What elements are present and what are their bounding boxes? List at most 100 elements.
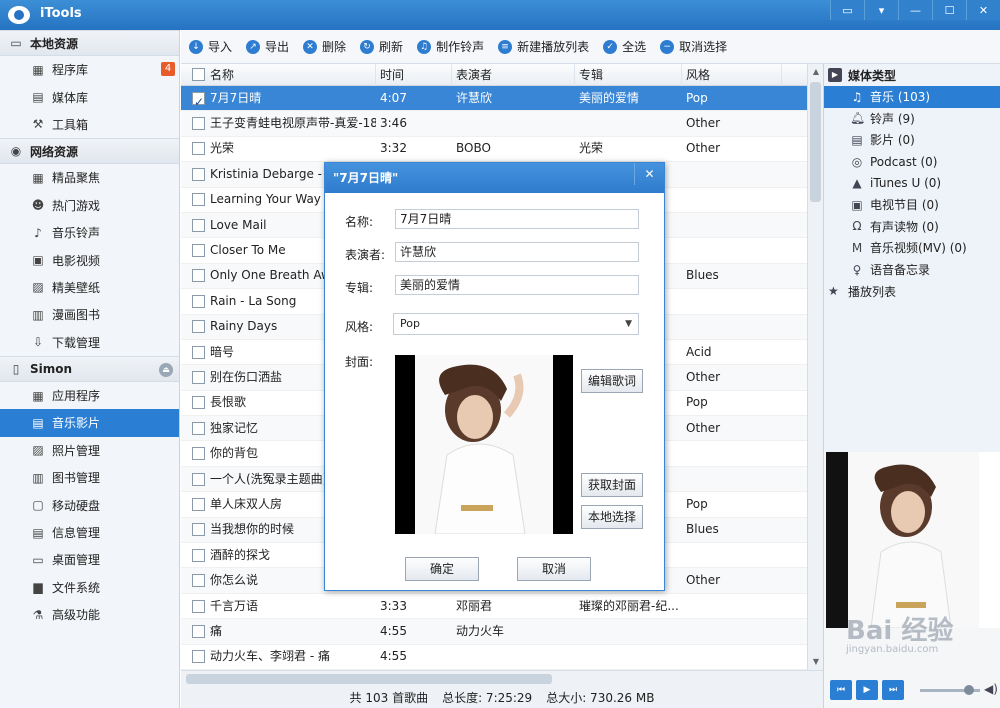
sidebar-item-media-library[interactable]: ▤ 媒体库 bbox=[0, 83, 179, 110]
row-checkbox[interactable] bbox=[192, 320, 205, 334]
column-artist[interactable]: 表演者 bbox=[452, 64, 575, 86]
genre-select[interactable]: Pop ▼ bbox=[393, 313, 639, 335]
select-all-checkbox[interactable] bbox=[192, 68, 205, 81]
row-checkbox[interactable] bbox=[192, 142, 205, 156]
row-checkbox[interactable] bbox=[192, 421, 205, 435]
row-checkbox[interactable] bbox=[192, 472, 205, 486]
volume-slider[interactable] bbox=[920, 685, 980, 695]
scroll-down-icon[interactable]: ▼ bbox=[808, 654, 824, 670]
table-row[interactable]: 痛 4:55 动力火车 bbox=[181, 619, 807, 645]
media-type-voice-memos[interactable]: ♀ 语音备忘录 bbox=[824, 259, 1000, 281]
sidebar-item-apps[interactable]: ▦ 应用程序 bbox=[0, 382, 179, 409]
export-button[interactable]: ↗ 导出 bbox=[246, 38, 289, 55]
scroll-up-icon[interactable]: ▲ bbox=[808, 64, 824, 80]
sidebar-item-comics[interactable]: ▥ 漫画图书 bbox=[0, 301, 179, 328]
artist-field[interactable]: 许慧欣 bbox=[395, 242, 639, 262]
name-field[interactable]: 7月7日晴 bbox=[395, 209, 639, 229]
ok-button[interactable]: 确定 bbox=[405, 557, 479, 581]
row-checkbox[interactable] bbox=[192, 371, 205, 384]
column-genre[interactable]: 风格 bbox=[682, 64, 782, 86]
row-checkbox[interactable] bbox=[192, 218, 205, 232]
next-icon[interactable]: ⏭ bbox=[882, 680, 904, 700]
sidebar-item-music-movies[interactable]: ▤ 音乐影片 bbox=[0, 409, 179, 437]
make-ringtone-button[interactable]: ♫ 制作铃声 bbox=[417, 38, 484, 55]
deselect-button[interactable]: − 取消选择 bbox=[660, 38, 727, 55]
row-checkbox[interactable] bbox=[192, 117, 205, 131]
row-checkbox[interactable] bbox=[192, 294, 205, 308]
column-time[interactable]: 时间 bbox=[376, 64, 452, 86]
row-checkbox[interactable] bbox=[192, 396, 205, 410]
sidebar-item-videos[interactable]: ▣ 电影视频 bbox=[0, 246, 179, 273]
sidebar-item-storage[interactable]: ▢ 移动硬盘 bbox=[0, 491, 179, 518]
media-type-movies[interactable]: ▤ 影片 (0) bbox=[824, 129, 1000, 151]
row-checkbox[interactable] bbox=[192, 269, 205, 283]
sidebar-item-featured[interactable]: ▦ 精品聚焦 bbox=[0, 164, 179, 191]
select-all-button[interactable]: ✓ 全选 bbox=[603, 38, 646, 55]
minimize-icon[interactable]: — bbox=[898, 0, 932, 20]
maximize-icon[interactable]: ☐ bbox=[932, 0, 966, 20]
previous-icon[interactable]: ⏮ bbox=[830, 680, 852, 700]
edit-lyrics-button[interactable]: 编辑歌词 bbox=[581, 369, 643, 393]
row-checkbox[interactable] bbox=[192, 447, 205, 461]
scroll-thumb[interactable] bbox=[810, 82, 821, 202]
playlist-header[interactable]: ★ 播放列表 bbox=[824, 280, 1000, 302]
speaker-icon[interactable]: ◀) bbox=[984, 682, 998, 696]
column-album[interactable]: 专辑 bbox=[575, 64, 682, 86]
sidebar-section-network[interactable]: ◉ 网络资源 bbox=[0, 138, 179, 165]
media-type-music-video[interactable]: M 音乐视频(MV) (0) bbox=[824, 237, 1000, 259]
fetch-cover-button[interactable]: 获取封面 bbox=[581, 473, 643, 497]
sidebar-item-messages[interactable]: ▤ 信息管理 bbox=[0, 519, 179, 546]
table-row[interactable]: 王子变青蛙电视原声带-真爱-183cl... 3:46 Other bbox=[181, 111, 807, 137]
sidebar-item-books[interactable]: ▥ 图书管理 bbox=[0, 464, 179, 491]
refresh-button[interactable]: ↻ 刷新 bbox=[360, 38, 403, 55]
media-type-ringtones[interactable]: 🔔︎ 铃声 (9) bbox=[824, 108, 1000, 130]
sidebar-section-device[interactable]: ▯ Simon ⏏ bbox=[0, 355, 179, 382]
row-checkbox[interactable] bbox=[192, 167, 205, 181]
feedback-icon[interactable]: ▭ bbox=[830, 0, 864, 20]
import-button[interactable]: ↓ 导入 bbox=[189, 38, 232, 55]
table-row[interactable]: 千言万语 3:33 邓丽君 璀璨的邓丽君-纪... bbox=[181, 594, 807, 620]
new-playlist-button[interactable]: ≡ 新建播放列表 bbox=[498, 38, 589, 55]
vertical-scrollbar[interactable]: ▲ ▼ bbox=[807, 64, 823, 670]
row-checkbox[interactable] bbox=[192, 548, 205, 562]
close-icon[interactable]: ✕ bbox=[634, 163, 664, 185]
row-checkbox[interactable] bbox=[192, 244, 205, 258]
cancel-button[interactable]: 取消 bbox=[517, 557, 591, 581]
row-checkbox[interactable] bbox=[192, 650, 205, 664]
sidebar-item-advanced[interactable]: ⚗ 高级功能 bbox=[0, 601, 179, 628]
row-checkbox[interactable] bbox=[192, 193, 205, 207]
scroll-thumb[interactable] bbox=[186, 674, 552, 684]
media-type-music[interactable]: ♫ 音乐 (103) bbox=[824, 86, 1000, 108]
table-row[interactable]: 动力火车、李翊君 - 痛 4:55 bbox=[181, 645, 807, 670]
volume-knob[interactable] bbox=[964, 685, 974, 695]
horizontal-scrollbar[interactable] bbox=[181, 670, 823, 686]
table-row[interactable]: 光荣 3:32 BOBO 光荣 Other bbox=[181, 137, 807, 163]
sidebar-item-ringtones[interactable]: ♪ 音乐铃声 bbox=[0, 219, 179, 246]
local-select-button[interactable]: 本地选择 bbox=[581, 505, 643, 529]
sidebar-item-hot-games[interactable]: ☻ 热门游戏 bbox=[0, 192, 179, 219]
media-type-podcast[interactable]: ◎ Podcast (0) bbox=[824, 151, 1000, 173]
album-field[interactable]: 美丽的爱情 bbox=[395, 275, 639, 295]
sidebar-item-app-library[interactable]: ▦ 程序库 4 bbox=[0, 56, 179, 83]
row-checkbox[interactable] bbox=[192, 90, 205, 111]
row-checkbox[interactable] bbox=[192, 497, 205, 511]
sidebar-item-photos[interactable]: ▨ 照片管理 bbox=[0, 437, 179, 464]
sidebar-item-downloads[interactable]: ⇩ 下载管理 bbox=[0, 329, 179, 356]
row-checkbox[interactable] bbox=[192, 523, 205, 537]
column-name[interactable]: 名称 bbox=[181, 64, 376, 86]
sidebar-section-local[interactable]: ▭ 本地资源 bbox=[0, 30, 179, 56]
row-checkbox[interactable] bbox=[192, 345, 205, 359]
row-checkbox[interactable] bbox=[192, 599, 205, 613]
eject-icon[interactable]: ⏏ bbox=[159, 362, 173, 377]
row-checkbox[interactable] bbox=[192, 574, 205, 588]
media-type-itunes-u[interactable]: ▲ iTunes U (0) bbox=[824, 172, 1000, 194]
sidebar-item-wallpapers[interactable]: ▨ 精美壁纸 bbox=[0, 274, 179, 301]
sidebar-item-toolbox[interactable]: ⚒ 工具箱 bbox=[0, 111, 179, 138]
sidebar-item-filesystem[interactable]: ▆ 文件系统 bbox=[0, 574, 179, 601]
row-checkbox[interactable] bbox=[192, 624, 205, 638]
sidebar-item-desktop[interactable]: ▭ 桌面管理 bbox=[0, 546, 179, 573]
table-row[interactable]: 7月7日晴 4:07 许慧欣 美丽的爱情 Pop bbox=[181, 86, 807, 112]
media-type-audiobooks[interactable]: Ω 有声读物 (0) bbox=[824, 216, 1000, 238]
close-icon[interactable]: ✕ bbox=[966, 0, 1000, 20]
play-icon[interactable]: ▶ bbox=[856, 680, 878, 700]
